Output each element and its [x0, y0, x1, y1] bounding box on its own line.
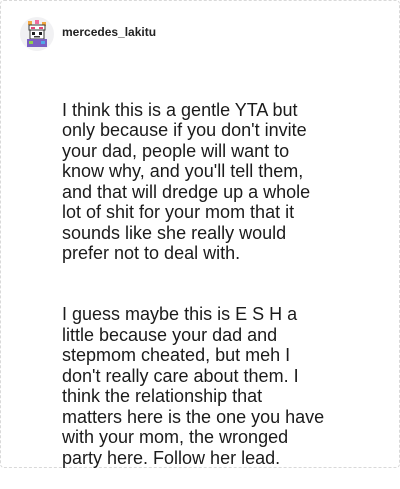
avatar[interactable]: [20, 17, 54, 51]
comment-card: mercedes_lakitu I think this is a gentle…: [0, 0, 400, 468]
comment-header: mercedes_lakitu: [20, 17, 156, 51]
username[interactable]: mercedes_lakitu: [62, 25, 156, 39]
comment-body: I think this is a gentle YTA but only be…: [62, 79, 380, 489]
pixel-character-avatar-icon: [27, 20, 47, 47]
comment-paragraph: I think this is a gentle YTA but only be…: [62, 99, 311, 264]
comment-paragraph: I guess maybe this is E S H a little bec…: [62, 304, 325, 468]
